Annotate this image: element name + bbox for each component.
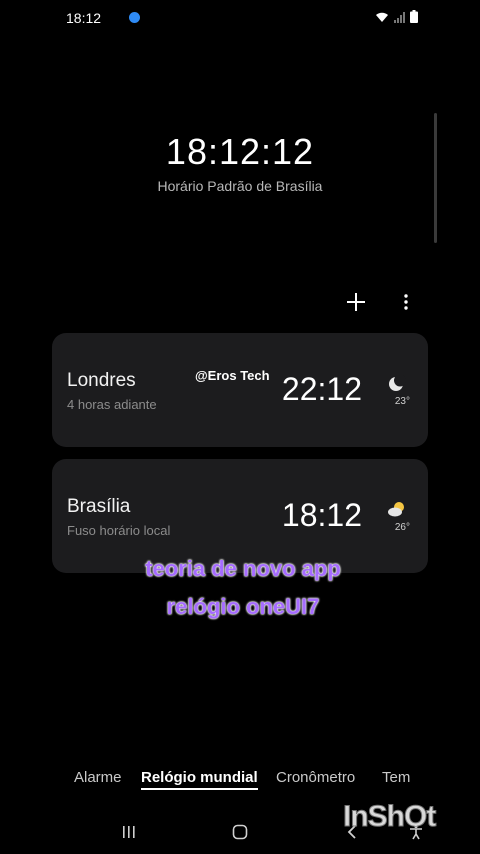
- current-time: 18:12:12: [165, 131, 315, 172]
- bottom-tabs: Alarme Relógio mundial Cronômetro Tem: [0, 769, 480, 795]
- home-icon: [232, 824, 248, 840]
- signal-icon: [394, 10, 406, 28]
- city-name: Brasília: [67, 496, 131, 517]
- recents-icon: [123, 826, 135, 838]
- city-time: 18:12: [281, 497, 362, 533]
- status-icons: [374, 10, 418, 28]
- temperature: 23°: [394, 396, 410, 407]
- status-bar: 18:12: [0, 0, 480, 36]
- status-time: 18:12: [66, 10, 102, 26]
- city-time: 22:12: [281, 371, 362, 407]
- wifi-icon: [374, 10, 390, 28]
- city-offset: Fuso horário local: [67, 523, 171, 538]
- tab-cronometro[interactable]: Cronômetro: [276, 769, 355, 786]
- tab-relogio-mundial[interactable]: Relógio mundial: [141, 769, 258, 790]
- partly-cloudy-icon: [386, 499, 408, 521]
- tab-alarme[interactable]: Alarme: [74, 769, 122, 786]
- add-city-button[interactable]: [342, 288, 370, 316]
- battery-icon: [410, 10, 418, 28]
- notification-dot-icon: [129, 12, 140, 23]
- toolbar: [342, 288, 420, 316]
- caption-line-2: relógio oneUI7: [166, 594, 320, 619]
- home-button[interactable]: [228, 822, 252, 842]
- tab-temporizador[interactable]: Tem: [382, 769, 410, 786]
- world-clock-card-londres[interactable]: Londres 4 horas adiante @Eros Tech 22:12…: [52, 333, 428, 447]
- caption-line-1: teoria de novo app: [145, 556, 341, 581]
- plus-icon: [347, 293, 365, 311]
- more-options-button[interactable]: [392, 288, 420, 316]
- city-name: Londres: [67, 370, 136, 391]
- temperature: 26°: [394, 522, 410, 533]
- creator-watermark: @Eros Tech: [195, 368, 270, 383]
- city-offset: 4 horas adiante: [67, 397, 157, 412]
- recents-button[interactable]: [117, 822, 141, 842]
- inshot-watermark: InShOt: [342, 800, 436, 834]
- timezone-label: Horário Padrão de Brasília: [157, 178, 323, 194]
- more-vert-icon: [404, 294, 408, 310]
- moon-icon: [386, 373, 408, 395]
